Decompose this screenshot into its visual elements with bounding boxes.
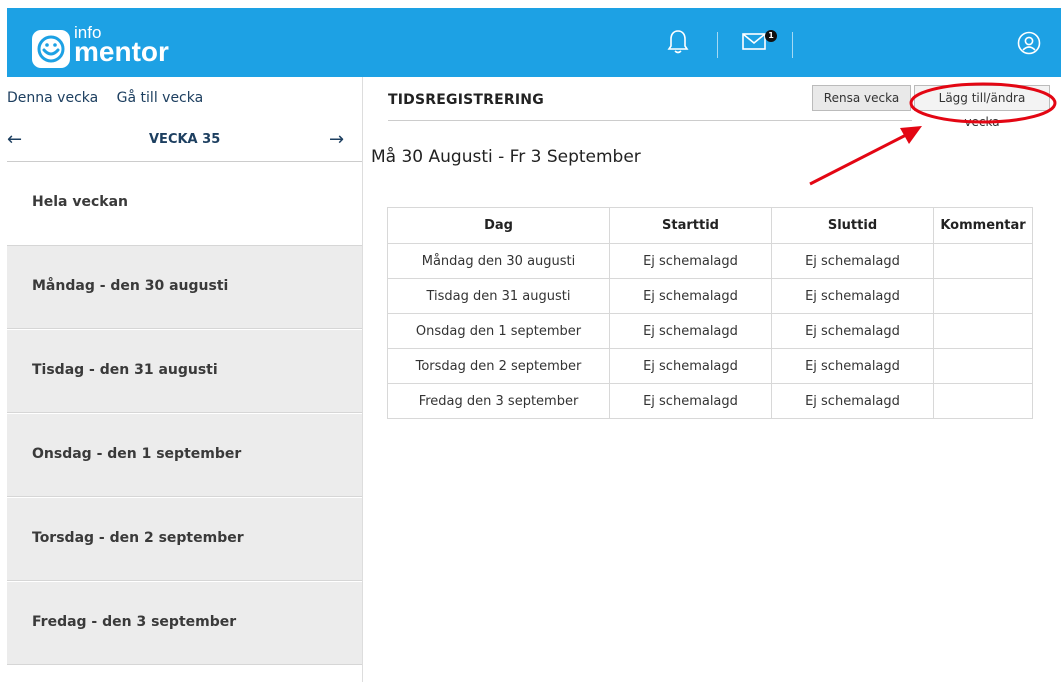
- table-header-row: Dag Starttid Sluttid Kommentar: [387, 207, 1033, 244]
- sidebar-item-whole-week[interactable]: Hela veckan: [7, 162, 362, 246]
- table-cell: Fredag den 3 september: [387, 383, 610, 419]
- table-cell: [933, 383, 1033, 419]
- sidebar-item-tuesday[interactable]: Tisdag - den 31 augusti: [7, 330, 362, 413]
- top-navigation-bar: info mentor 1: [7, 8, 1061, 77]
- sidebar-item-label: Måndag - den 30 augusti: [32, 278, 229, 294]
- table-row: Onsdag den 1 september Ej schemalagd Ej …: [387, 313, 1033, 349]
- sidebar-item-label: Onsdag - den 1 september: [32, 446, 242, 462]
- sidebar-item-label: Torsdag - den 2 september: [32, 530, 244, 546]
- table-cell: Ej schemalagd: [771, 243, 934, 279]
- table-cell: Ej schemalagd: [609, 278, 772, 314]
- page-title: TIDSREGISTRERING: [388, 92, 544, 108]
- column-header-end: Sluttid: [771, 207, 934, 244]
- mail-icon[interactable]: [742, 28, 768, 58]
- table-cell: Ej schemalagd: [609, 348, 772, 384]
- table-row: Tisdag den 31 augusti Ej schemalagd Ej s…: [387, 278, 1033, 314]
- sidebar-item-label: Tisdag - den 31 augusti: [32, 362, 218, 378]
- time-registration-table: Dag Starttid Sluttid Kommentar Måndag de…: [387, 207, 1033, 419]
- this-week-link[interactable]: Denna vecka: [7, 90, 98, 106]
- sidebar-item-friday[interactable]: Fredag - den 3 september: [7, 582, 362, 665]
- logo-text-mentor: mentor: [74, 36, 169, 67]
- infomentor-logo[interactable]: info mentor: [32, 16, 169, 72]
- table-cell: Ej schemalagd: [771, 313, 934, 349]
- table-cell: [933, 243, 1033, 279]
- sidebar-item-label: Hela veckan: [32, 194, 128, 210]
- user-icon[interactable]: [1017, 31, 1041, 59]
- sidebar-item-label: Fredag - den 3 september: [32, 614, 237, 630]
- week-selector: ← VECKA 35 →: [7, 129, 347, 151]
- smiley-logo-icon: [32, 30, 70, 68]
- week-label: VECKA 35: [149, 132, 221, 147]
- week-sidebar: Denna vecka Gå till vecka ← VECKA 35 → H…: [7, 77, 363, 682]
- go-to-week-link[interactable]: Gå till vecka: [117, 90, 204, 106]
- table-row: Torsdag den 2 september Ej schemalagd Ej…: [387, 348, 1033, 384]
- table-cell: Ej schemalagd: [609, 383, 772, 419]
- table-cell: Ej schemalagd: [771, 348, 934, 384]
- column-header-start: Starttid: [609, 207, 772, 244]
- table-cell: Ej schemalagd: [609, 313, 772, 349]
- sidebar-item-thursday[interactable]: Torsdag - den 2 september: [7, 498, 362, 581]
- arrow-right-icon[interactable]: →: [329, 129, 344, 150]
- table-cell: [933, 278, 1033, 314]
- table-cell: Måndag den 30 augusti: [387, 243, 610, 279]
- mail-count-badge: 1: [765, 30, 777, 42]
- table-row: Måndag den 30 augusti Ej schemalagd Ej s…: [387, 243, 1033, 279]
- column-header-day: Dag: [387, 207, 610, 244]
- week-nav-links: Denna vecka Gå till vecka: [7, 90, 217, 106]
- table-cell: Ej schemalagd: [771, 278, 934, 314]
- table-cell: Torsdag den 2 september: [387, 348, 610, 384]
- table-cell: [933, 313, 1033, 349]
- table-cell: [933, 348, 1033, 384]
- header-separator: [792, 32, 793, 58]
- date-range-heading: Må 30 Augusti - Fr 3 September: [371, 147, 641, 167]
- table-cell: Ej schemalagd: [609, 243, 772, 279]
- table-cell: Tisdag den 31 augusti: [387, 278, 610, 314]
- annotation-arrow: [809, 126, 922, 186]
- sidebar-item-monday[interactable]: Måndag - den 30 augusti: [7, 246, 362, 329]
- arrow-left-icon[interactable]: ←: [7, 129, 22, 150]
- table-cell: Ej schemalagd: [771, 383, 934, 419]
- table-row: Fredag den 3 september Ej schemalagd Ej …: [387, 383, 1033, 419]
- clear-week-button[interactable]: Rensa vecka: [812, 85, 911, 111]
- column-header-comment: Kommentar: [933, 207, 1033, 244]
- bell-icon[interactable]: [667, 28, 689, 60]
- table-cell: Onsdag den 1 september: [387, 313, 610, 349]
- header-separator: [717, 32, 718, 58]
- sidebar-item-wednesday[interactable]: Onsdag - den 1 september: [7, 414, 362, 497]
